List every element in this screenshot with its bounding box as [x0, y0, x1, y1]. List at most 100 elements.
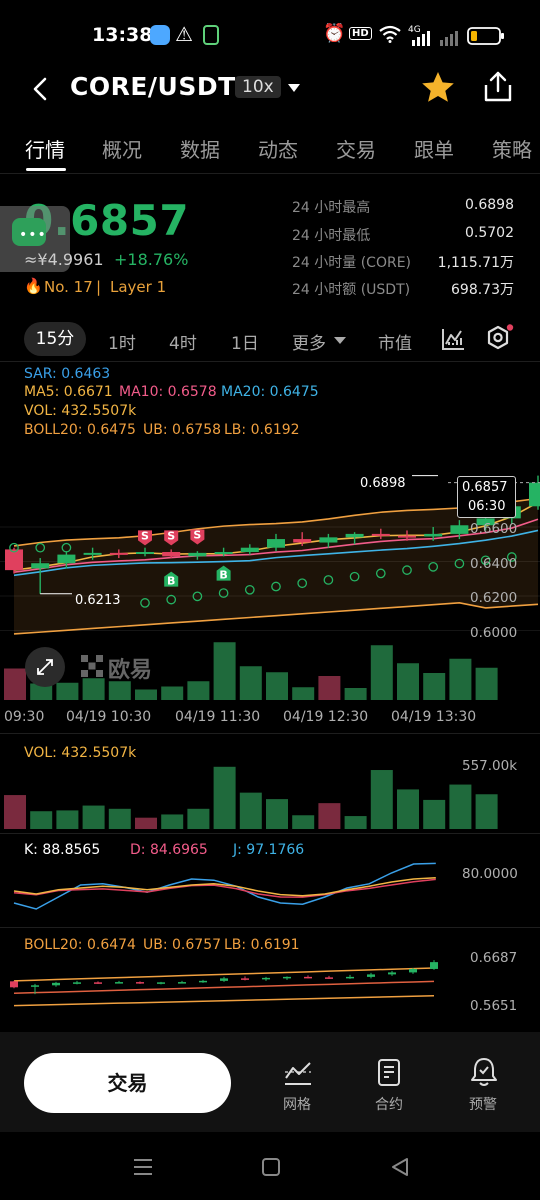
fullscreen-button[interactable] [25, 647, 65, 687]
tab-strategy[interactable]: 策略 [492, 134, 532, 163]
divider [0, 833, 540, 834]
tab-market[interactable]: 行情 [25, 134, 65, 163]
wifi-icon [379, 25, 401, 43]
price-cny: ≈¥4.9961 [24, 250, 104, 269]
main-volume-bar [292, 687, 315, 700]
tab-overview[interactable]: 概况 [102, 134, 142, 163]
sell-marker-label: S [193, 528, 201, 541]
app-notification-icon [150, 25, 170, 45]
interval-more[interactable]: 更多 [292, 329, 326, 354]
vol-y-tick: 557.00k [462, 758, 518, 774]
volume-bar [292, 815, 315, 829]
chat-icon: ••• [12, 218, 46, 246]
ma10-indicator: MA10: 0.6578 [119, 384, 217, 400]
tab-copy-trading[interactable]: 跟单 [414, 134, 454, 163]
leverage-badge: 10x [235, 76, 281, 98]
indicator-icon[interactable] [440, 326, 466, 352]
tab-underline [26, 168, 66, 171]
volume-bar [397, 789, 419, 829]
signal-icon [412, 31, 458, 46]
volume-bar [423, 799, 446, 829]
candle-body [293, 539, 312, 543]
favorite-star-icon[interactable] [420, 70, 456, 104]
grid-bot-icon[interactable] [283, 1060, 313, 1088]
back-icon[interactable] [30, 76, 52, 102]
main-volume-bar [344, 688, 367, 700]
fire-icon: 🔥 [24, 277, 43, 295]
volume-bar [187, 808, 210, 829]
boll-candle-body [178, 982, 186, 984]
okx-logo-icon [81, 655, 103, 677]
boll-panel-ub: UB: 0.6757 [143, 937, 222, 953]
market-cap-toggle[interactable]: 市值 [378, 329, 412, 354]
tab-data[interactable]: 数据 [180, 134, 220, 163]
contract-label[interactable]: 合约 [359, 1094, 419, 1114]
x-tick: 09:30 [4, 709, 45, 725]
main-volume-bar [56, 682, 79, 700]
boll-y-tick: 0.6687 [470, 950, 518, 966]
divider [0, 733, 540, 734]
interval-4h[interactable]: 4时 [169, 329, 197, 354]
main-volume-bar [135, 689, 157, 700]
status-time: 13:38 [92, 24, 153, 46]
stat-low-value: 0.5702 [465, 225, 514, 241]
interval-15m[interactable]: 15分 [24, 322, 86, 356]
low-price-label: 0.6213 [75, 593, 121, 608]
pair-title[interactable]: CORE/USDT [70, 72, 236, 101]
stat-high-value: 0.6898 [465, 197, 514, 213]
alert-label[interactable]: 预警 [453, 1094, 513, 1114]
y-tick: 0.6600 [470, 521, 518, 537]
trade-button[interactable]: 交易 [24, 1053, 231, 1113]
contract-icon[interactable] [376, 1058, 404, 1088]
alert-bell-icon[interactable] [469, 1056, 499, 1088]
more-dropdown-icon[interactable] [333, 336, 347, 346]
volume-bar [449, 784, 472, 829]
high-price-label: 0.6898 [360, 476, 406, 491]
boll-candle-body [220, 978, 228, 981]
share-icon[interactable] [482, 70, 514, 104]
ma5-indicator: MA5: 0.6671 [24, 384, 113, 400]
boll-candle-body [31, 985, 39, 987]
volume-bar [370, 770, 393, 829]
last-price-value: 0.6857 [462, 480, 508, 495]
volume-bar [475, 794, 498, 829]
tab-trade[interactable]: 交易 [336, 134, 376, 163]
boll-candle-body [115, 982, 123, 984]
layer-label[interactable]: Layer 1 [110, 278, 166, 296]
volume-bar [82, 805, 105, 829]
boll-candle-body [199, 980, 207, 983]
boll-candle-body [73, 982, 81, 984]
boll-ub: UB: 0.6758 [143, 422, 222, 438]
ma20-indicator: MA20: 0.6475 [221, 384, 319, 400]
candle-body [529, 482, 540, 507]
x-tick: 04/19 11:30 [175, 709, 261, 725]
tab-news[interactable]: 动态 [258, 134, 298, 163]
back-nav-icon[interactable] [390, 1157, 410, 1177]
grid-label[interactable]: 网格 [267, 1094, 327, 1114]
y-tick: 0.6400 [470, 556, 518, 572]
candle-body [31, 563, 50, 569]
interval-1d[interactable]: 1日 [231, 329, 259, 354]
rank-label[interactable]: No. 17 [44, 278, 93, 296]
main-volume-bar [370, 645, 393, 700]
candle-countdown: 06:30 [468, 499, 506, 514]
divider [0, 927, 540, 928]
stat-low-label: 24 小时最低 [292, 228, 371, 244]
watermark: 欧易 [108, 658, 153, 683]
home-icon[interactable] [261, 1157, 281, 1177]
main-volume-bar [82, 678, 105, 700]
candle-body [319, 537, 338, 543]
volume-bar [266, 799, 288, 829]
volume-bar [30, 811, 53, 829]
stat-turnover-value: 698.73万 [451, 282, 514, 298]
boll-candle-body [241, 978, 249, 980]
y-tick: 0.6200 [470, 590, 518, 606]
boll-candle-body [388, 972, 396, 975]
buy-marker-label: B [167, 575, 175, 588]
interval-1h[interactable]: 1时 [108, 329, 136, 354]
recents-icon[interactable] [132, 1158, 154, 1176]
main-volume-bar [187, 681, 210, 700]
settings-gear-icon[interactable] [484, 324, 514, 354]
sell-marker-label: S [141, 529, 149, 542]
pair-dropdown-icon[interactable] [286, 82, 302, 94]
